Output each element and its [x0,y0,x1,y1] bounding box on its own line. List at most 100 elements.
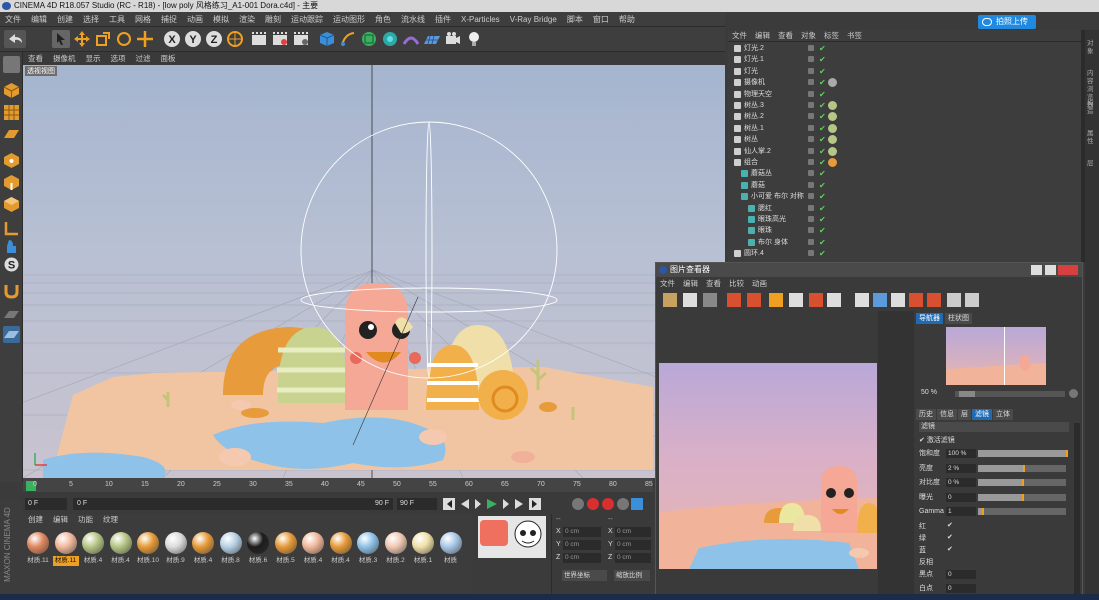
material-swatch[interactable]: 材质.5 [273,530,299,570]
enabled-check-icon[interactable]: ✔ [819,237,826,248]
visibility-toggle-icon[interactable] [808,56,814,63]
material-tag-icon[interactable] [828,78,837,88]
material-swatch[interactable]: 材质 [438,530,464,570]
workplane-icon[interactable] [3,126,20,143]
menu-item[interactable]: 脚本 [562,12,588,27]
select-tool-icon[interactable] [52,30,70,48]
viewport-menu-item[interactable]: 摄像机 [48,52,81,65]
black-point-field[interactable]: 0 [946,570,976,579]
slider-value-field[interactable]: 2 % [946,463,976,473]
material-menu-item[interactable]: 编辑 [48,514,73,526]
menu-item[interactable]: 选择 [78,12,104,27]
workplane-grid-icon[interactable] [3,326,20,343]
filter-slider[interactable] [978,479,1066,486]
object-row[interactable]: 布尔 身体 ✔ [728,237,1081,248]
picture-viewer-menu-item[interactable]: 编辑 [679,278,702,290]
coordinate-system-icon[interactable] [226,30,244,48]
object-row[interactable]: 腮红 ✔ [728,203,1081,214]
sidepanel-tab[interactable]: 滤镜 [972,409,992,420]
material-tag-icon[interactable] [828,112,837,122]
start-frame-field[interactable]: 0 F [25,498,67,510]
enabled-check-icon[interactable]: ✔ [819,248,826,259]
rotate-tool-icon[interactable] [115,30,133,48]
tweak-mode-icon[interactable] [3,238,20,255]
viewport-menu-item[interactable]: 面板 [156,52,181,65]
menu-item[interactable]: 运动图形 [328,12,370,27]
undo-button[interactable] [4,30,26,48]
visibility-toggle-icon[interactable] [808,238,814,245]
navigator-thumbnail[interactable] [946,327,1046,385]
menu-item[interactable]: 动画 [182,12,208,27]
enabled-check-icon[interactable]: ✔ [819,191,826,202]
object-row[interactable]: 树丛 ✔ [728,134,1081,145]
slider-value-field[interactable]: 0 % [946,478,976,487]
object-menu-item[interactable]: 编辑 [751,30,774,42]
visibility-toggle-icon[interactable] [808,181,814,188]
navigator-tab[interactable]: 柱状图 [945,313,972,324]
picture-viewer-menu-item[interactable]: 比较 [725,278,748,290]
material-tag-icon[interactable] [828,158,837,167]
pen-spline-icon[interactable] [339,30,357,48]
perspective-viewport[interactable]: 透视视图 [23,65,725,478]
enabled-check-icon[interactable]: ✔ [819,157,826,168]
coord-position-field[interactable]: 0 cm [563,553,601,563]
object-row[interactable]: 灯光 ✔ [728,66,1081,77]
object-menu-item[interactable]: 查看 [774,30,797,42]
menu-item[interactable]: 角色 [370,12,396,27]
frame-range-slider[interactable]: 0 F 90 F [73,498,393,510]
end-frame-field[interactable]: 90 F [397,498,437,510]
channel-check-row[interactable]: 红 ✔ [919,521,979,531]
material-tag-icon[interactable] [828,123,837,133]
material-swatch[interactable]: 材质.4 [80,530,106,570]
make-editable-icon[interactable] [3,56,20,73]
menu-item[interactable]: 插件 [430,12,456,27]
object-row[interactable]: 树丛.3 ✔ [728,100,1081,111]
coord-size-field[interactable]: 0 cm [615,540,651,550]
sidepanel-tab[interactable]: 信息 [937,409,957,420]
cube-icon[interactable] [318,30,336,48]
object-menu-item[interactable]: 对象 [797,30,820,42]
light-icon[interactable] [465,30,483,48]
visibility-toggle-icon[interactable] [808,227,814,234]
menu-item[interactable]: 工具 [104,12,130,27]
enabled-check-icon[interactable]: ✔ [819,134,826,145]
visibility-toggle-icon[interactable] [808,170,814,177]
camera-icon[interactable] [444,30,462,48]
material-swatch[interactable]: 材质.1 [410,530,436,570]
menu-item[interactable]: X-Particles [456,12,505,27]
filter-slider[interactable] [978,450,1068,457]
picture-viewer-menu-item[interactable]: 动画 [748,278,771,290]
render-to-picture-viewer-icon[interactable] [271,30,289,48]
picture-viewer-menu-item[interactable]: 查看 [702,278,725,290]
menu-item[interactable]: 帮助 [614,12,640,27]
slider-value-field[interactable]: 100 % [946,449,976,458]
material-tag-icon[interactable] [828,146,837,156]
edges-mode-icon[interactable] [3,174,20,191]
menu-item[interactable]: 窗口 [588,12,614,27]
object-row[interactable]: 眼珠 ✔ [728,225,1081,236]
object-row[interactable]: 组合 ✔ [728,157,1081,168]
render-settings-icon[interactable] [292,30,310,48]
upload-button[interactable]: 拍照上传 [978,15,1036,29]
material-swatch[interactable]: 材质.11 [52,530,79,570]
model-mode-icon[interactable] [3,82,20,99]
menu-item[interactable]: V-Ray Bridge [505,12,562,27]
enabled-check-icon[interactable]: ✔ [819,168,826,179]
menu-item[interactable]: 文件 [0,12,26,27]
filter-slider[interactable] [978,508,1066,515]
deformer-icon[interactable] [402,30,420,48]
coord-position-field[interactable]: 0 cm [563,540,601,550]
zoom-slider[interactable] [955,391,1065,397]
sidepanel-tab[interactable]: 历史 [916,409,936,420]
slider-value-field[interactable]: 1 [946,507,976,516]
menu-item[interactable]: 网格 [130,12,156,27]
visibility-toggle-icon[interactable] [808,45,814,51]
filter-slider[interactable] [978,493,1066,501]
material-menu-item[interactable]: 创建 [23,514,48,526]
menu-item[interactable]: 模拟 [208,12,234,27]
material-swatch[interactable]: 材质.11 [25,530,51,570]
material-swatch[interactable]: 材质.4 [108,530,134,570]
scale-tool-icon[interactable] [94,30,112,48]
picture-viewer-menu-item[interactable]: 文件 [656,278,679,290]
rendered-image[interactable] [659,363,877,569]
